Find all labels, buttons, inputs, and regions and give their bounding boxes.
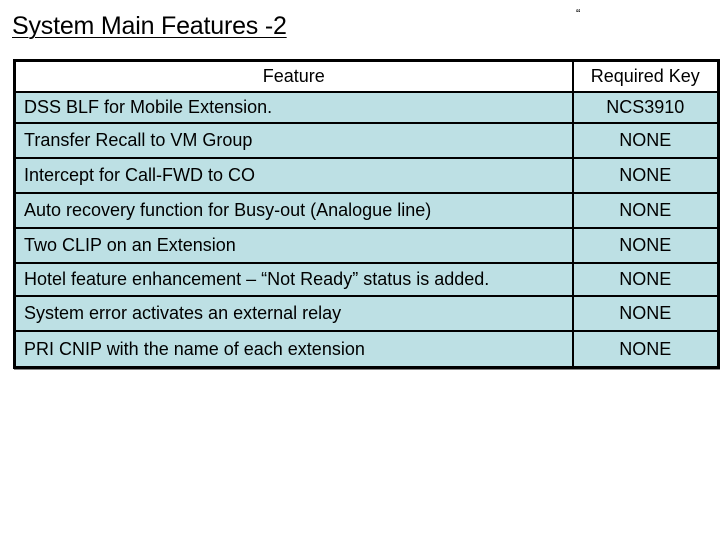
required-key-cell: NONE xyxy=(571,157,720,194)
table-row: PRI CNIP with the name of each extension… xyxy=(13,330,720,369)
required-key-cell: NCS3910 xyxy=(571,91,720,124)
required-key-cell: NONE xyxy=(571,192,720,229)
required-key-cell: NONE xyxy=(571,122,720,159)
required-key-cell: NONE xyxy=(571,330,720,369)
feature-cell: DSS BLF for Mobile Extension. xyxy=(13,91,574,124)
required-key-cell: NONE xyxy=(571,262,720,297)
stray-quote-mark: “ xyxy=(576,6,581,21)
feature-cell: Auto recovery function for Busy-out (Ana… xyxy=(13,192,574,229)
feature-cell: Two CLIP on an Extension xyxy=(13,227,574,264)
feature-cell: Intercept for Call-FWD to CO xyxy=(13,157,574,194)
features-table: Feature Required Key DSS BLF for Mobile … xyxy=(13,59,720,369)
table-row: Transfer Recall to VM Group NONE xyxy=(13,122,720,159)
feature-cell: Transfer Recall to VM Group xyxy=(13,122,574,159)
table-row: Intercept for Call-FWD to CO NONE xyxy=(13,157,720,194)
table-row: Two CLIP on an Extension NONE xyxy=(13,227,720,264)
slide-title: System Main Features -2 xyxy=(12,12,287,40)
table-row: System error activates an external relay… xyxy=(13,295,720,332)
feature-cell: Hotel feature enhancement – “Not Ready” … xyxy=(13,262,574,297)
required-key-cell: NONE xyxy=(571,227,720,264)
feature-cell: PRI CNIP with the name of each extension xyxy=(13,330,574,369)
table-row: Hotel feature enhancement – “Not Ready” … xyxy=(13,262,720,297)
header-required-key: Required Key xyxy=(571,59,720,93)
feature-cell: System error activates an external relay xyxy=(13,295,574,332)
header-feature: Feature xyxy=(13,59,574,93)
required-key-cell: NONE xyxy=(571,295,720,332)
table-row: Auto recovery function for Busy-out (Ana… xyxy=(13,192,720,229)
table-row: DSS BLF for Mobile Extension. NCS3910 xyxy=(13,91,720,124)
table-header-row: Feature Required Key xyxy=(13,59,720,93)
